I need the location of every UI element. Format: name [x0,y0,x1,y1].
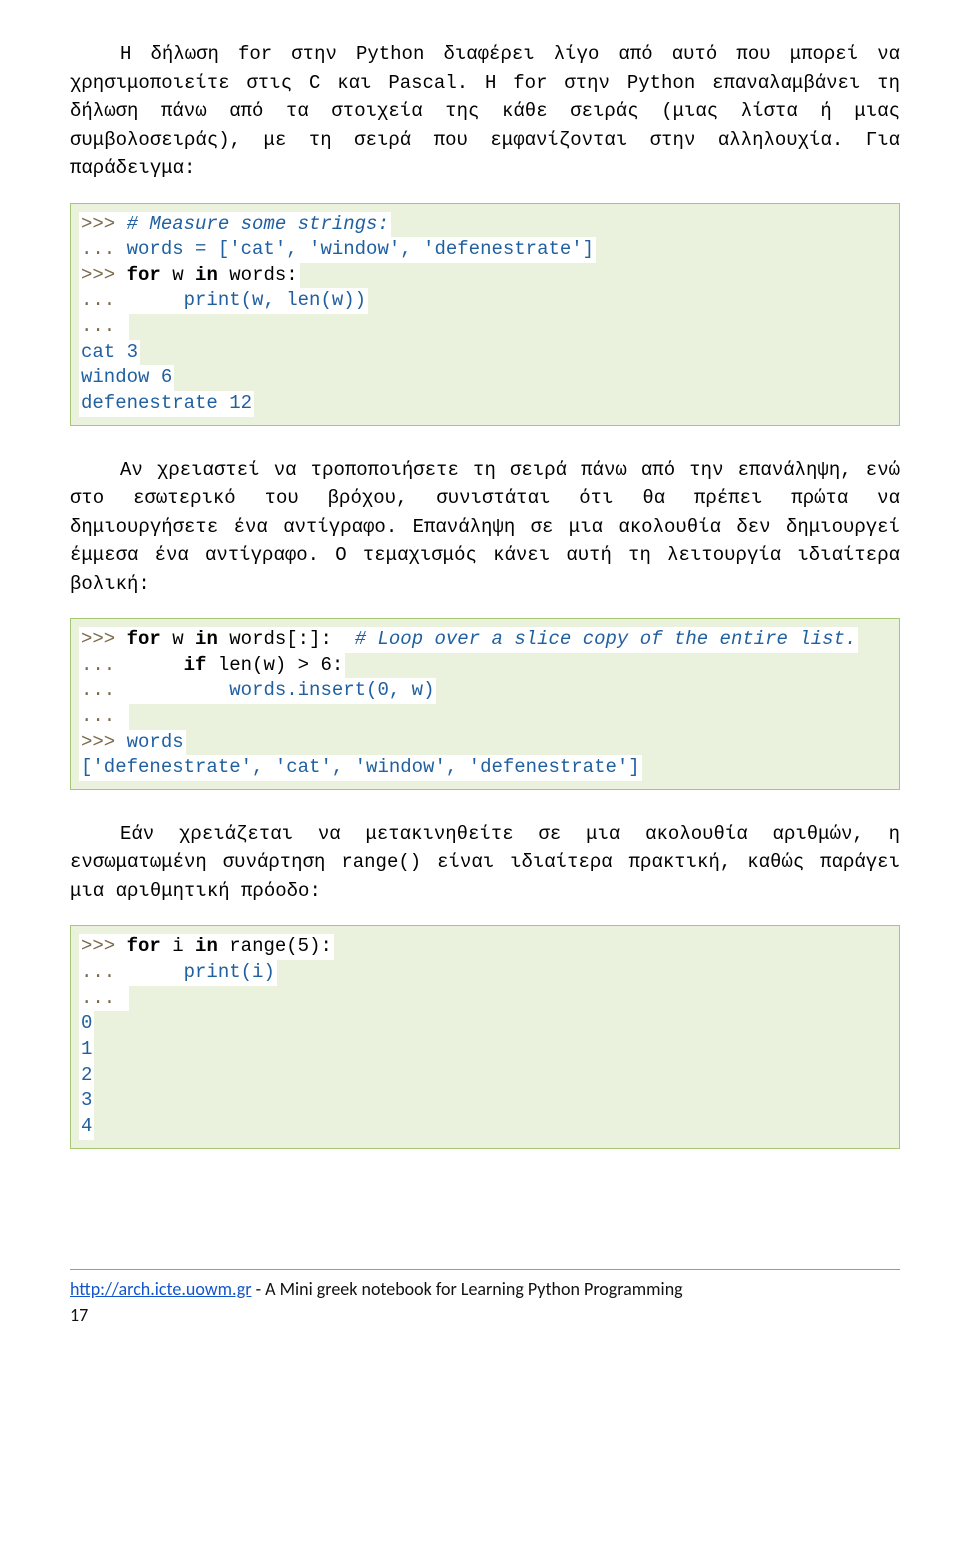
code-text: i [161,935,195,957]
code-prompt: >>> [81,935,127,957]
code-output: 4 [81,1115,92,1137]
code-output: cat 3 [81,341,138,363]
code-cont: ... [81,961,184,983]
code-cont: ... [81,705,127,727]
code-comment: # Loop over a slice copy of the entire l… [355,628,857,650]
code-prompt: >>> [81,213,127,235]
code-text: print(i) [184,961,275,983]
code-comment: # Measure some strings: [127,213,389,235]
code-block-2: >>> for w in words[:]: # Loop over a sli… [70,618,900,790]
document-page: Η δήλωση for στην Python διαφέρει λίγο α… [0,0,960,1356]
code-keyword: in [195,935,218,957]
code-text: len(w) > 6: [206,654,343,676]
code-block-1: >>> # Measure some strings:... words = [… [70,203,900,426]
code-prompt: >>> [81,731,127,753]
code-cont: ... [81,987,127,1009]
code-text: words [127,731,184,753]
paragraph-3: Εάν χρειάζεται να μετακινηθείτε σε μια α… [70,820,900,906]
footer-link[interactable]: http://arch.icte.uowm.gr [70,1278,252,1300]
code-keyword: for [127,935,161,957]
code-cont: ... [81,289,184,311]
code-prompt: >>> [81,264,127,286]
page-number: 17 [70,1304,900,1326]
code-text: w [161,628,195,650]
code-text: words: [218,264,298,286]
code-output: ['defenestrate', 'cat', 'window', 'defen… [81,756,640,778]
code-text: words.insert(0, w) [229,679,434,701]
code-output: 1 [81,1038,92,1060]
code-output: window 6 [81,366,172,388]
code-cont: ... [81,315,127,337]
code-cont: ... [81,238,127,260]
code-output: 3 [81,1089,92,1111]
code-cont: ... [81,654,184,676]
code-text: range(5): [218,935,332,957]
code-prompt: >>> [81,628,127,650]
code-cont: ... [81,679,229,701]
code-text: print(w, len(w)) [184,289,366,311]
code-block-3: >>> for i in range(5):... print(i)... 0 1… [70,925,900,1148]
code-output: defenestrate 12 [81,392,252,414]
code-text: words[:]: [218,628,355,650]
code-keyword: for [127,628,161,650]
code-text: words = ['cat', 'window', 'defenestrate'… [127,238,594,260]
code-keyword: in [195,264,218,286]
paragraph-2: Αν χρειαστεί να τροποποιήσετε τη σειρά π… [70,456,900,599]
code-keyword: if [184,654,207,676]
page-footer: http://arch.icte.uowm.gr - A Mini greek … [70,1269,900,1326]
paragraph-1: Η δήλωση for στην Python διαφέρει λίγο α… [70,40,900,183]
code-output: 2 [81,1064,92,1086]
code-keyword: in [195,628,218,650]
code-output: 0 [81,1012,92,1034]
code-keyword: for [127,264,161,286]
footer-text: - A Mini greek notebook for Learning Pyt… [252,1278,683,1300]
code-text: w [161,264,195,286]
